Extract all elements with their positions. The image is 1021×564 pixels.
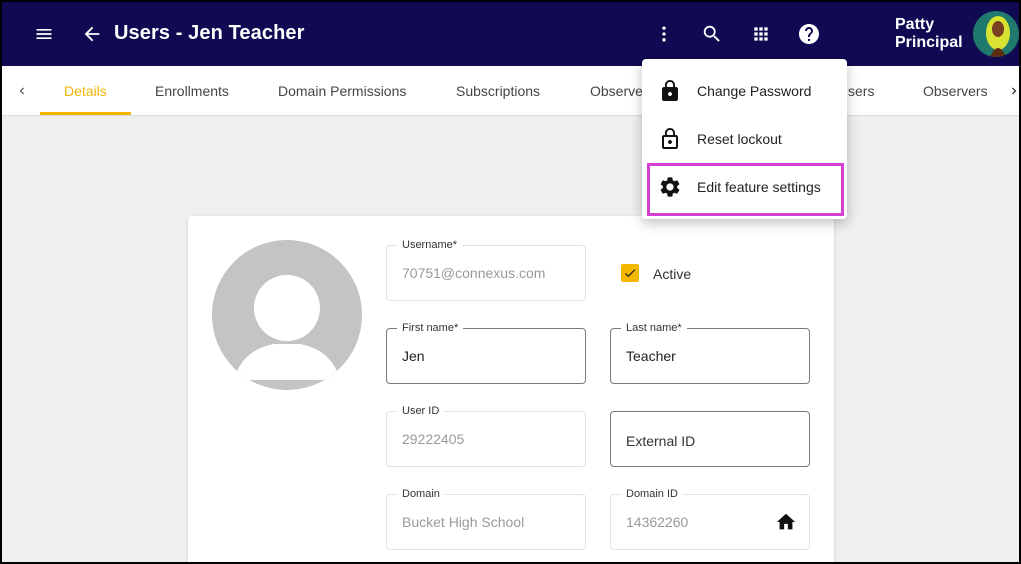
back-arrow-icon[interactable] bbox=[78, 20, 106, 48]
first-name-value: Jen bbox=[402, 348, 425, 364]
active-tab-indicator bbox=[40, 112, 131, 115]
tab-users[interactable]: sers bbox=[848, 66, 874, 116]
domain-field[interactable]: Domain Bucket High School bbox=[386, 488, 586, 550]
tab-observers[interactable]: Observers bbox=[923, 66, 988, 116]
user-avatar[interactable] bbox=[973, 11, 1019, 57]
chevron-right-icon[interactable] bbox=[1004, 81, 1019, 101]
tab-details[interactable]: Details bbox=[64, 66, 107, 116]
menu-icon[interactable] bbox=[30, 20, 58, 48]
menu-item-label: Change Password bbox=[697, 83, 812, 99]
profile-photo-placeholder bbox=[212, 240, 362, 390]
domain-id-field[interactable]: Domain ID 14362260 bbox=[610, 488, 810, 550]
home-icon[interactable] bbox=[775, 511, 797, 533]
more-vert-icon[interactable] bbox=[650, 20, 678, 48]
external-id-field[interactable]: External ID bbox=[610, 411, 810, 467]
top-app-bar: Users - Jen Teacher Patty Principal bbox=[2, 2, 1019, 66]
domain-value: Bucket High School bbox=[402, 514, 525, 530]
page-title: Users - Jen Teacher bbox=[114, 22, 305, 44]
user-name[interactable]: Patty Principal bbox=[895, 16, 965, 52]
help-icon[interactable] bbox=[795, 20, 823, 48]
tab-domain-permissions[interactable]: Domain Permissions bbox=[278, 66, 406, 116]
user-id-value: 29222405 bbox=[402, 431, 465, 447]
username-label: Username* bbox=[397, 239, 463, 251]
tab-bar: Details Enrollments Domain Permissions S… bbox=[2, 66, 1019, 116]
tab-observe[interactable]: Observe bbox=[590, 66, 643, 116]
menu-item-change-password[interactable]: Change Password bbox=[642, 67, 847, 115]
user-first-name: Patty bbox=[895, 16, 935, 33]
external-id-placeholder: External ID bbox=[626, 433, 696, 449]
highlight-box bbox=[647, 163, 844, 216]
user-last-name: Principal bbox=[895, 34, 963, 51]
username-field[interactable]: Username* 70751@connexus.com bbox=[386, 239, 586, 301]
menu-item-label: Reset lockout bbox=[697, 131, 782, 147]
active-label: Active bbox=[653, 266, 692, 282]
active-checkbox[interactable] bbox=[621, 264, 639, 282]
menu-item-reset-lockout[interactable]: Reset lockout bbox=[642, 115, 847, 163]
chevron-left-icon[interactable] bbox=[12, 81, 32, 101]
user-id-label: User ID bbox=[397, 405, 445, 417]
first-name-label: First name* bbox=[397, 322, 464, 334]
user-details-card: Username* 70751@connexus.com Active Firs… bbox=[188, 216, 834, 562]
tab-enrollments[interactable]: Enrollments bbox=[155, 66, 229, 116]
last-name-field[interactable]: Last name* Teacher bbox=[610, 322, 810, 384]
first-name-field[interactable]: First name* Jen bbox=[386, 322, 586, 384]
username-value: 70751@connexus.com bbox=[402, 265, 546, 281]
search-icon[interactable] bbox=[698, 20, 726, 48]
domain-id-value: 14362260 bbox=[626, 514, 689, 530]
last-name-value: Teacher bbox=[626, 348, 676, 364]
domain-id-label: Domain ID bbox=[621, 488, 683, 500]
tab-subscriptions[interactable]: Subscriptions bbox=[456, 66, 540, 116]
apps-grid-icon[interactable] bbox=[747, 20, 775, 48]
lock-icon bbox=[658, 79, 682, 103]
domain-label: Domain bbox=[397, 488, 445, 500]
user-id-field[interactable]: User ID 29222405 bbox=[386, 405, 586, 467]
last-name-label: Last name* bbox=[621, 322, 687, 334]
app-window: Users - Jen Teacher Patty Principal Deta… bbox=[0, 0, 1021, 564]
lock-open-icon bbox=[658, 127, 682, 151]
